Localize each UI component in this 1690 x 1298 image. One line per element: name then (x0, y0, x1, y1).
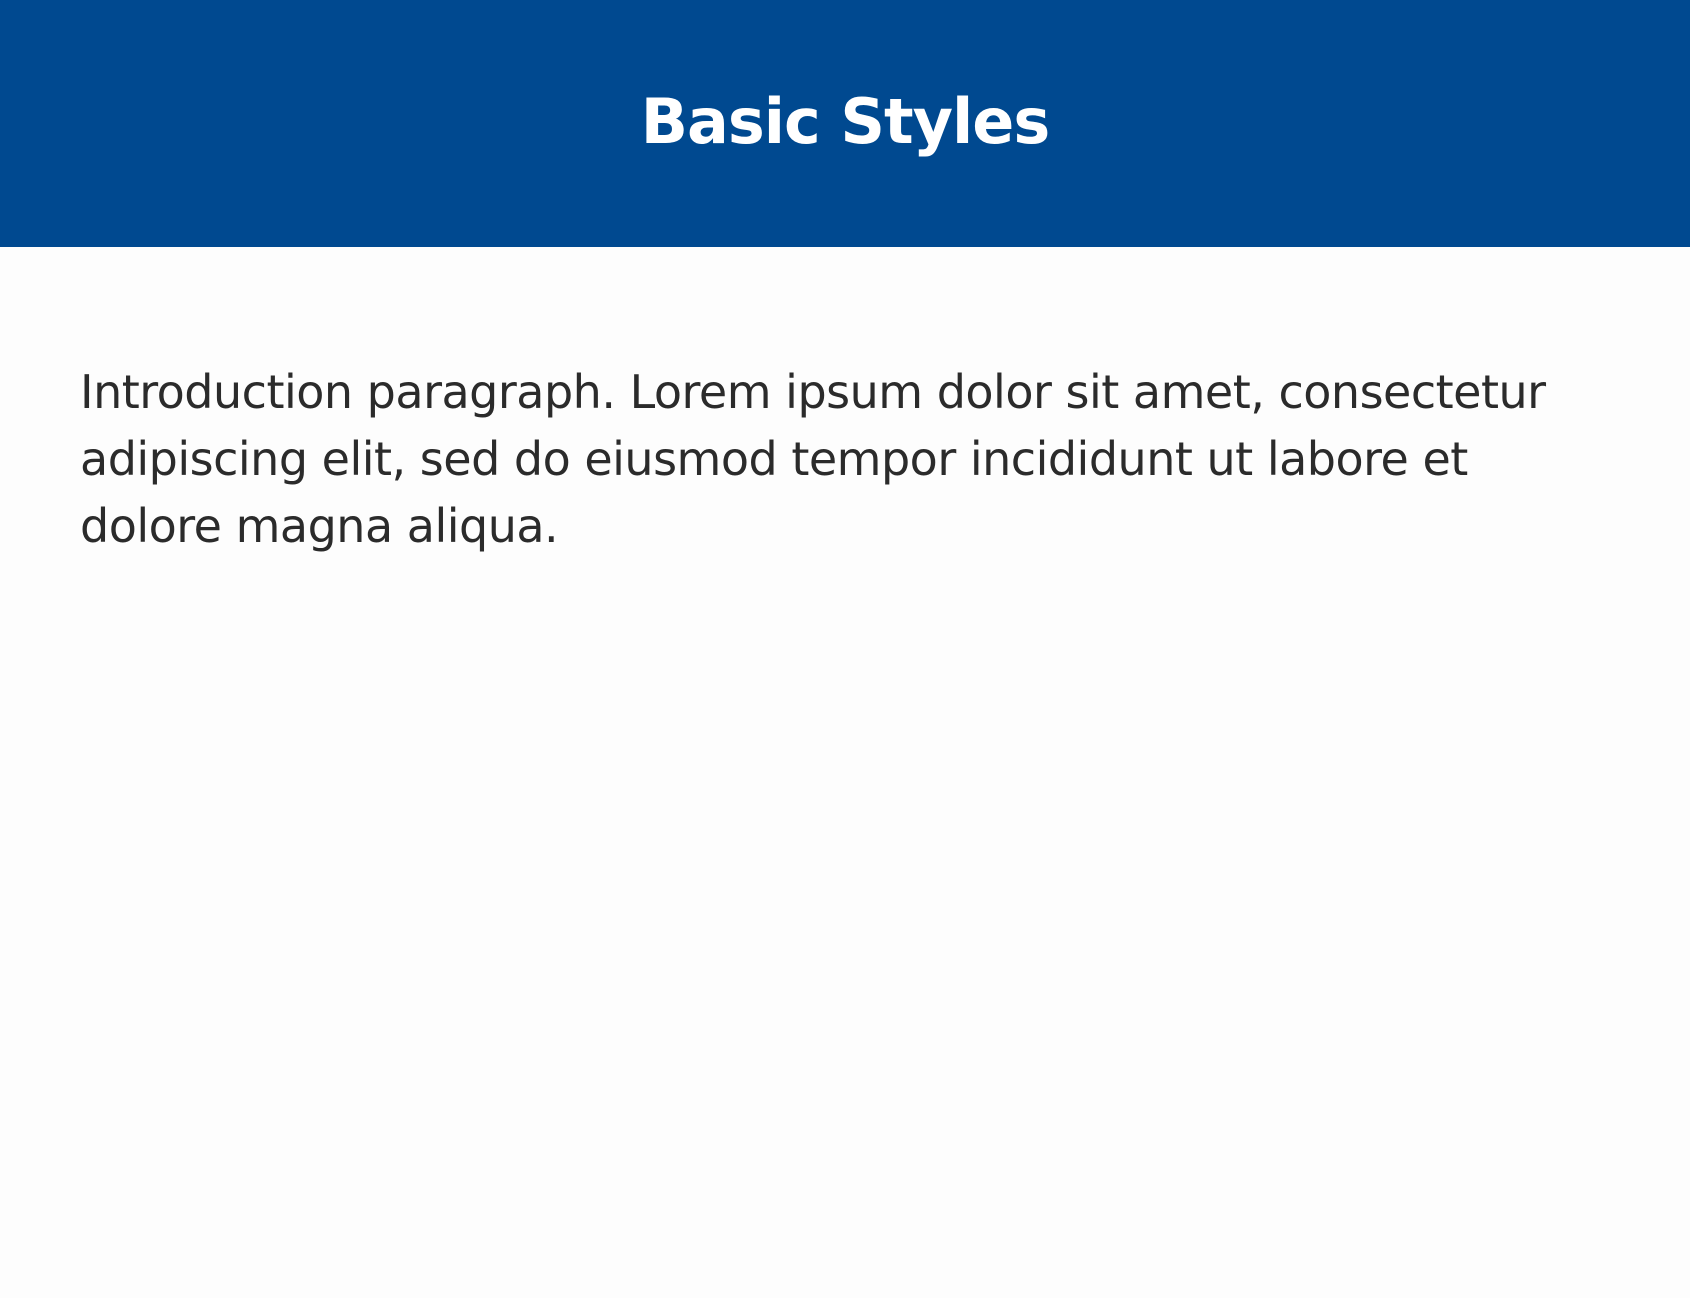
page: Basic Styles Introduction paragraph. Lor… (0, 0, 1690, 1298)
page-header: Basic Styles (0, 0, 1690, 247)
intro-paragraph: Introduction paragraph. Lorem ipsum dolo… (80, 365, 1546, 553)
page-title: Basic Styles (640, 84, 1050, 158)
main-content: Introduction paragraph. Lorem ipsum dolo… (0, 247, 1690, 560)
